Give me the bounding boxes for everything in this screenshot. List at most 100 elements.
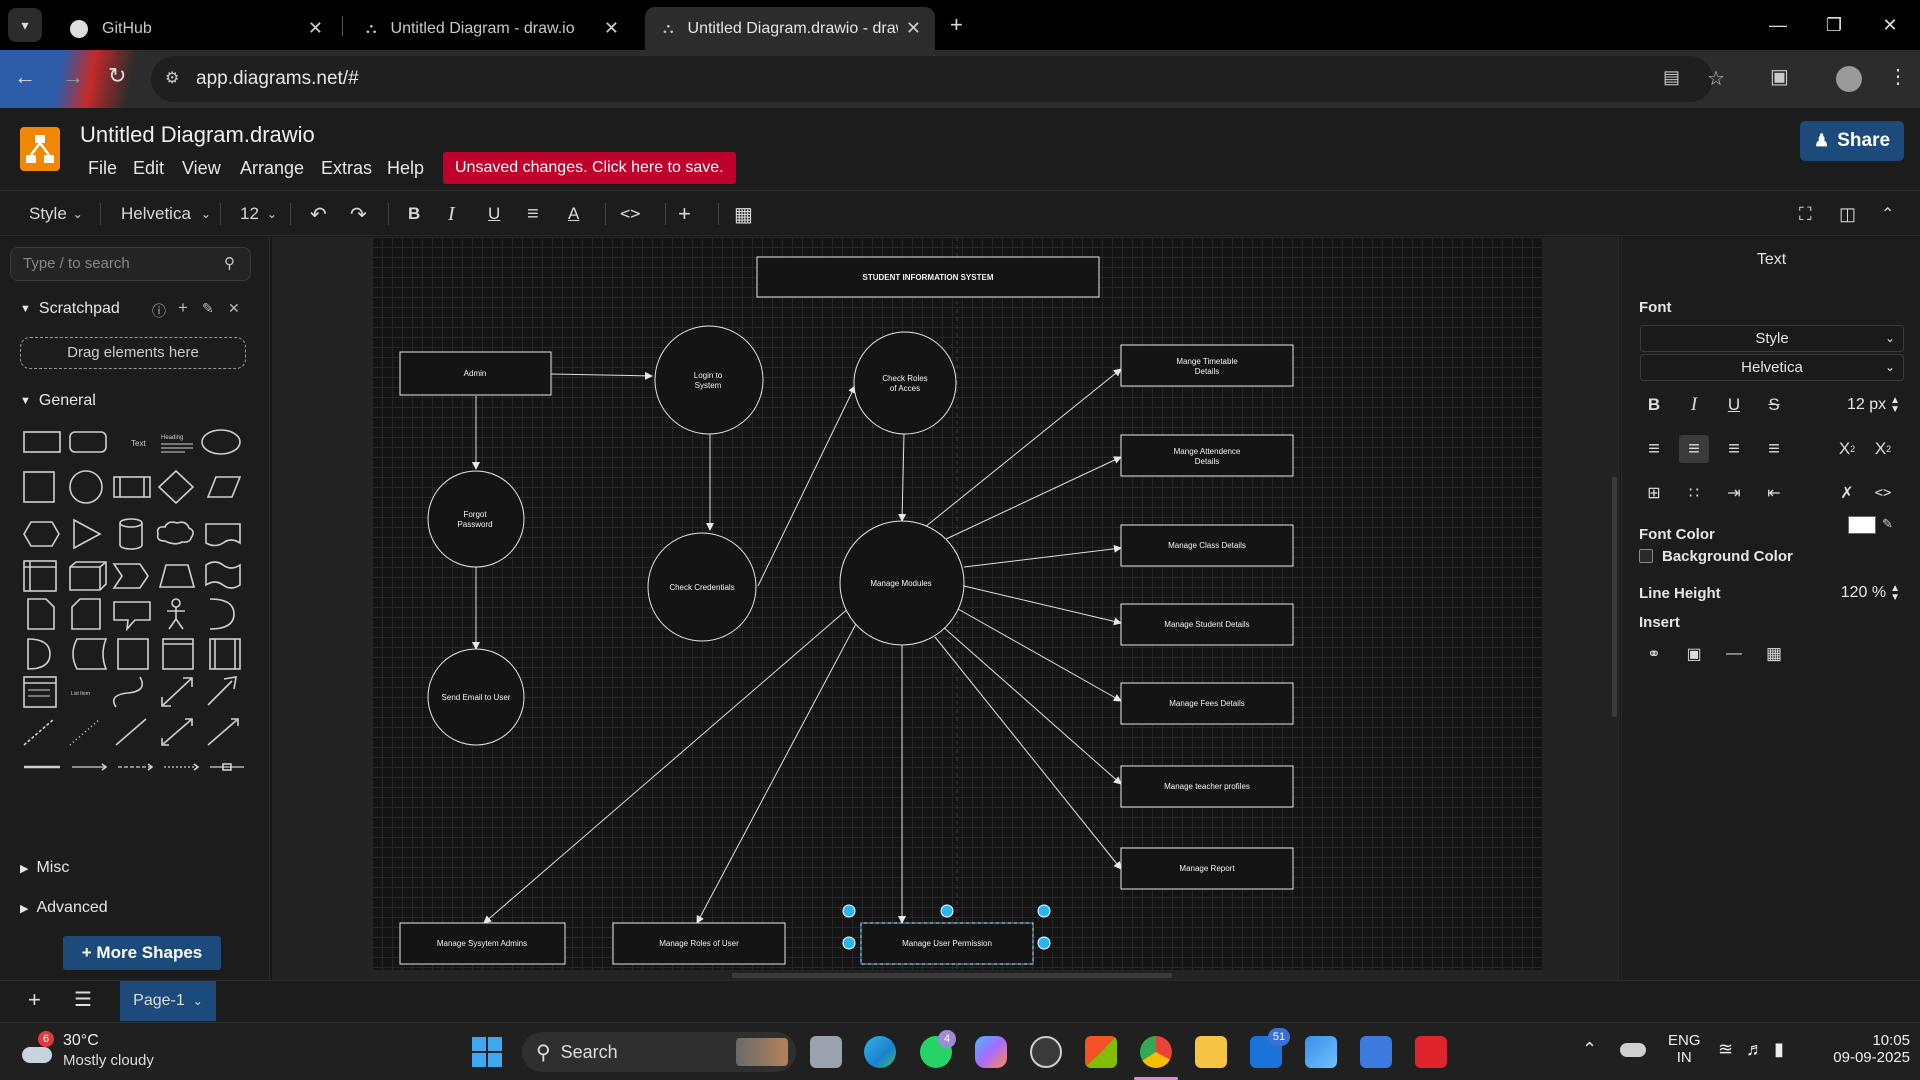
- bold-icon[interactable]: B: [1639, 391, 1669, 419]
- internal-storage-shape[interactable]: [23, 560, 57, 592]
- bold-icon[interactable]: B: [408, 191, 420, 237]
- html-code-icon[interactable]: <>: [620, 191, 640, 237]
- mail-icon[interactable]: 51: [1250, 1028, 1290, 1068]
- help-icon[interactable]: ⓘ: [152, 301, 166, 321]
- stepper-icon[interactable]: ▲ ▼: [1890, 584, 1900, 603]
- forward-icon[interactable]: →: [62, 64, 84, 90]
- tape-shape[interactable]: [205, 561, 241, 589]
- triangle-shape[interactable]: [73, 518, 102, 550]
- menu-edit[interactable]: Edit: [133, 158, 164, 179]
- photos-icon[interactable]: [1305, 1036, 1337, 1068]
- callout-shape[interactable]: [113, 601, 151, 632]
- bullet-list-icon[interactable]: ∷: [1679, 479, 1709, 507]
- list-item-shape[interactable]: List Item: [71, 691, 90, 697]
- weather-desc[interactable]: Mostly cloudy: [63, 1052, 154, 1069]
- menu-help[interactable]: Help: [387, 158, 424, 179]
- edge-modules-roles-user[interactable]: [696, 621, 858, 924]
- file-explorer-icon[interactable]: [1195, 1036, 1227, 1068]
- edge-roles-modules[interactable]: [898, 433, 907, 522]
- edge-modules-student[interactable]: [963, 585, 1122, 626]
- superscript-icon[interactable]: X2: [1868, 435, 1898, 463]
- bookmark-star-icon[interactable]: ☆: [1707, 66, 1725, 91]
- edge-icon[interactable]: [864, 1036, 896, 1068]
- menu-view[interactable]: View: [182, 158, 221, 179]
- hexagon-shape[interactable]: [23, 521, 60, 547]
- diagram-svg[interactable]: STUDENT INFORMATION SYSTEM Admin Login t…: [272, 237, 1620, 980]
- edge-modules-fees[interactable]: [957, 608, 1122, 702]
- redo-icon[interactable]: ↷: [350, 191, 367, 237]
- document-shape[interactable]: [205, 523, 241, 547]
- copilot-icon[interactable]: [975, 1036, 1007, 1068]
- card-shape[interactable]: [71, 598, 101, 630]
- align-center-icon[interactable]: ≡: [1679, 435, 1709, 463]
- list-shape[interactable]: [23, 676, 57, 708]
- url-text[interactable]: app.diagrams.net/#: [196, 68, 359, 90]
- image-icon[interactable]: ▣: [1679, 640, 1709, 668]
- general-header[interactable]: ▼ General: [20, 392, 96, 410]
- font-style-select[interactable]: Style ⌄: [1640, 325, 1904, 352]
- scratchpad-header[interactable]: ▼ Scratchpad: [20, 300, 120, 318]
- html-code-icon[interactable]: <>: [1868, 479, 1898, 507]
- resize-handle[interactable]: [1037, 904, 1051, 918]
- avatar[interactable]: [1836, 66, 1862, 92]
- step-shape[interactable]: [112, 563, 149, 589]
- font-color-icon[interactable]: A: [568, 191, 579, 237]
- swimlane-shape[interactable]: [209, 638, 241, 670]
- directional-connector-shape[interactable]: [207, 718, 239, 746]
- line-height-input[interactable]: 120 % ▲ ▼: [1818, 580, 1900, 606]
- table-icon[interactable]: ▦: [734, 191, 753, 237]
- undo-icon[interactable]: ↶: [310, 191, 327, 237]
- close-window-button[interactable]: ✕: [1862, 0, 1918, 50]
- align-icon[interactable]: ≡: [527, 191, 539, 237]
- add-page-icon[interactable]: +: [28, 987, 41, 1013]
- square-shape[interactable]: [23, 471, 55, 503]
- align-left-icon[interactable]: ≡: [1639, 435, 1669, 463]
- menu-extras[interactable]: Extras: [321, 158, 372, 179]
- shape-search-input[interactable]: Type / to search ⚲: [10, 247, 251, 281]
- font-size-dropdown[interactable]: 12 ⌄: [240, 191, 277, 237]
- resize-handle[interactable]: [1037, 936, 1051, 950]
- shape-palette[interactable]: Text Heading List Item: [10, 417, 260, 877]
- tab-github[interactable]: GitHub ✕: [52, 7, 337, 50]
- container-shape[interactable]: [162, 638, 194, 670]
- edge-credentials-roles[interactable]: [757, 385, 856, 587]
- parallelogram-shape[interactable]: [206, 476, 242, 498]
- clock[interactable]: 10:05 09-09-2025: [1818, 1032, 1910, 1066]
- menu-arrange[interactable]: Arrange: [240, 158, 304, 179]
- edge-admin-login[interactable]: [550, 371, 653, 380]
- insert-plus-icon[interactable]: +: [678, 191, 691, 237]
- store-icon[interactable]: [1085, 1036, 1117, 1068]
- edge-modules-class[interactable]: [963, 544, 1122, 568]
- horizontal-scrollbar[interactable]: [732, 973, 1172, 978]
- vertical-scrollbar[interactable]: [1612, 477, 1617, 717]
- tab-search-button[interactable]: ▾: [8, 8, 42, 42]
- background-color-label[interactable]: Background Color: [1662, 548, 1793, 565]
- rectangle-shape[interactable]: [23, 431, 61, 453]
- install-icon[interactable]: ▤: [1663, 67, 1680, 88]
- font-color-swatch[interactable]: [1848, 516, 1876, 534]
- justify-icon[interactable]: ≡: [1759, 435, 1789, 463]
- data-storage-shape[interactable]: [72, 638, 108, 670]
- battery-icon[interactable]: ▮: [1774, 1039, 1784, 1060]
- text-shape[interactable]: Text: [131, 439, 146, 448]
- font-family-select[interactable]: Helvetica ⌄: [1640, 354, 1904, 381]
- ellipse-shape[interactable]: [201, 429, 241, 455]
- advanced-header[interactable]: ▶ Advanced: [20, 899, 108, 917]
- wifi-icon[interactable]: ≊: [1718, 1039, 1733, 1060]
- arrow-shape[interactable]: [207, 676, 237, 706]
- circle-shape[interactable]: [69, 470, 103, 504]
- unsaved-changes-button[interactable]: Unsaved changes. Click here to save.: [443, 152, 736, 184]
- cube-shape[interactable]: [69, 561, 107, 591]
- camera-app-icon[interactable]: [1030, 1036, 1062, 1068]
- actor-shape[interactable]: [167, 598, 185, 630]
- table-icon[interactable]: ▦: [1759, 640, 1789, 668]
- link-icon[interactable]: ⚭: [1639, 640, 1669, 668]
- edge-modules-attendence[interactable]: [943, 456, 1122, 541]
- or-shape[interactable]: [209, 598, 235, 630]
- volume-icon[interactable]: ♬: [1746, 1039, 1764, 1060]
- process-shape[interactable]: [113, 476, 151, 498]
- line-shape[interactable]: [115, 718, 147, 746]
- underline-icon[interactable]: U: [488, 191, 500, 237]
- dotted-link-shape[interactable]: [164, 763, 200, 771]
- background-color-checkbox[interactable]: [1639, 549, 1653, 563]
